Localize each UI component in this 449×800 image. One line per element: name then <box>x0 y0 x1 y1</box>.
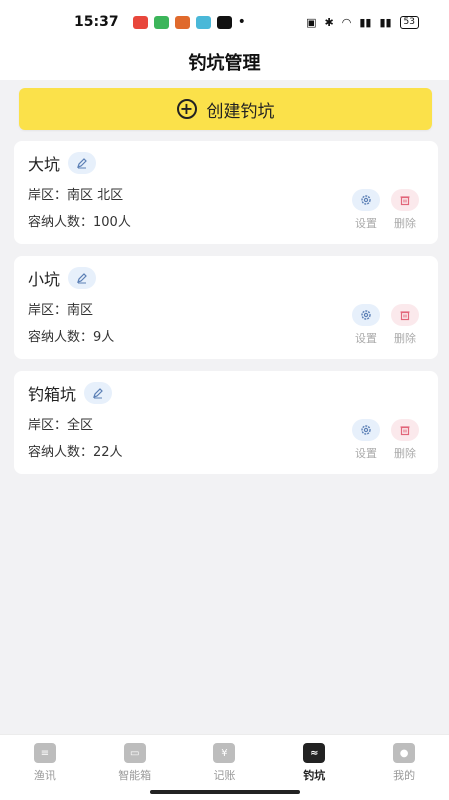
edit-button[interactable] <box>84 382 113 404</box>
create-pond-button[interactable]: + 创建钓坑 <box>19 88 432 130</box>
pencil-icon <box>77 273 87 284</box>
settings-icon-wrap <box>352 419 380 441</box>
trash-icon <box>400 426 410 436</box>
capacity-value: 9人 <box>93 330 115 345</box>
settings-icon-wrap <box>352 304 380 326</box>
capacity-label: 容纳人数： <box>28 215 94 230</box>
shore-row: 岸区：南区 北区 <box>28 184 123 203</box>
page-header: 钓坑管理 <box>0 44 449 80</box>
settings-label: 设置 <box>355 217 377 230</box>
box-icon: ▭ <box>123 743 146 763</box>
pond-name: 钓箱坑 <box>28 385 77 404</box>
app-notification-icon <box>195 15 211 29</box>
app-notification-icon <box>153 15 169 29</box>
profile-icon: ● <box>393 743 416 763</box>
settings-label: 设置 <box>355 447 377 460</box>
pond-name: 小坑 <box>28 270 61 289</box>
edit-button[interactable] <box>68 267 97 289</box>
home-indicator[interactable] <box>150 790 300 794</box>
shore-row: 岸区：南区 <box>28 299 93 318</box>
nfc-icon: ▣ <box>306 15 317 29</box>
delete-button[interactable]: 删除 <box>388 189 422 231</box>
edit-button[interactable] <box>68 152 97 174</box>
status-time: 15:37 <box>74 14 119 30</box>
gear-icon <box>361 310 371 320</box>
capacity-row: 容纳人数：100人 <box>28 211 131 230</box>
status-dot: • <box>237 14 246 30</box>
delete-button[interactable]: 删除 <box>388 419 422 461</box>
shore-value: 全区 <box>67 418 94 433</box>
trash-icon <box>400 311 410 321</box>
capacity-row: 容纳人数：22人 <box>28 441 123 460</box>
trash-icon <box>400 196 410 206</box>
tab-news[interactable]: ≡ 渔讯 <box>0 735 90 800</box>
shore-label: 岸区： <box>28 188 68 203</box>
delete-label: 删除 <box>394 332 416 345</box>
tab-label: 智能箱 <box>118 769 152 782</box>
gear-icon <box>361 425 371 435</box>
delete-label: 删除 <box>394 217 416 230</box>
tab-label: 钓坑 <box>303 769 326 782</box>
settings-button[interactable]: 设置 <box>349 189 383 231</box>
tab-label: 记账 <box>213 769 236 782</box>
signal-icon: ▮▮ <box>379 15 392 29</box>
tab-label: 渔讯 <box>33 769 56 782</box>
capacity-label: 容纳人数： <box>28 330 94 345</box>
pond-card: 钓箱坑 岸区：全区 容纳人数：22人 设置 删除 <box>14 371 438 474</box>
tab-profile[interactable]: ● 我的 <box>359 735 449 800</box>
delete-icon-wrap <box>391 304 419 326</box>
ledger-icon: ¥ <box>213 743 236 763</box>
pond-card: 小坑 岸区：南区 容纳人数：9人 设置 删除 <box>14 256 438 359</box>
capacity-value: 100人 <box>93 215 131 230</box>
waves-icon: ≈ <box>303 743 326 763</box>
create-pond-label: 创建钓坑 <box>206 101 275 122</box>
capacity-value: 22人 <box>93 445 123 460</box>
delete-label: 删除 <box>394 447 416 460</box>
status-app-icons: • <box>132 14 246 30</box>
settings-button[interactable]: 设置 <box>349 304 383 346</box>
pond-card: 大坑 岸区：南区 北区 容纳人数：100人 设置 删除 <box>14 141 438 244</box>
news-icon: ≡ <box>33 743 56 763</box>
capacity-label: 容纳人数： <box>28 445 94 460</box>
wifi-icon: ◠ <box>341 15 352 29</box>
shore-value: 南区 北区 <box>67 188 124 203</box>
app-notification-icon <box>132 15 148 29</box>
app-notification-icon <box>216 15 232 29</box>
shore-label: 岸区： <box>28 418 68 433</box>
app-notification-icon <box>174 15 190 29</box>
gear-icon <box>361 195 371 205</box>
settings-label: 设置 <box>355 332 377 345</box>
delete-icon-wrap <box>391 189 419 211</box>
shore-row: 岸区：全区 <box>28 414 93 433</box>
settings-icon-wrap <box>352 189 380 211</box>
signal-icon: ▮▮ <box>359 15 372 29</box>
delete-icon-wrap <box>391 419 419 441</box>
pencil-icon <box>77 158 87 169</box>
battery-icon: 53 <box>399 15 419 29</box>
tab-label: 我的 <box>393 769 416 782</box>
bluetooth-icon: ✱ <box>324 15 334 29</box>
capacity-row: 容纳人数：9人 <box>28 326 114 345</box>
status-bar: 15:37 • ▣ ✱ ◠ ▮▮ ▮▮ 53 <box>0 0 449 44</box>
plus-circle-icon: + <box>176 99 197 119</box>
shore-value: 南区 <box>67 303 94 318</box>
pencil-icon <box>93 388 103 399</box>
settings-button[interactable]: 设置 <box>349 419 383 461</box>
pond-name: 大坑 <box>28 155 61 174</box>
status-indicators: ▣ ✱ ◠ ▮▮ ▮▮ 53 <box>306 15 419 29</box>
shore-label: 岸区： <box>28 303 68 318</box>
delete-button[interactable]: 删除 <box>388 304 422 346</box>
page-title: 钓坑管理 <box>188 53 261 74</box>
